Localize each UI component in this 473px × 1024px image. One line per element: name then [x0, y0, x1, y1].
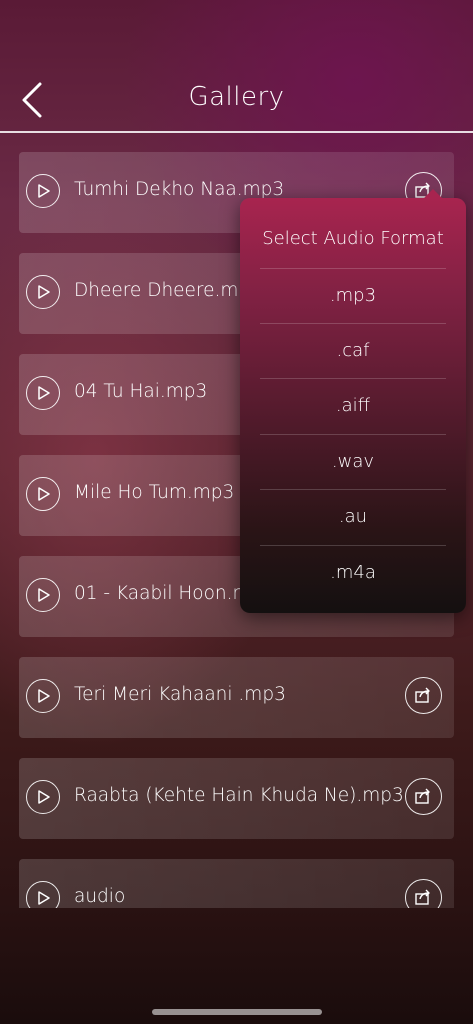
format-option-label: .m4a [330, 562, 376, 583]
play-button[interactable] [26, 679, 60, 713]
share-icon [415, 889, 430, 905]
popup-arrow [423, 189, 443, 199]
play-button[interactable] [26, 881, 60, 908]
play-icon [38, 285, 50, 299]
format-option-au[interactable]: .au [260, 489, 446, 545]
play-button[interactable] [26, 376, 60, 410]
share-button[interactable] [405, 778, 442, 815]
format-option-label: .aiff [335, 395, 371, 416]
list-item[interactable]: Raabta (Kehte Hain Khuda Ne).mp3 [19, 758, 454, 839]
play-icon [38, 487, 50, 501]
share-button[interactable] [405, 677, 442, 714]
file-name: Mile Ho Tum.mp3 [74, 482, 235, 503]
format-option-wav[interactable]: .wav [260, 434, 446, 490]
play-button[interactable] [26, 477, 60, 511]
play-icon [38, 689, 50, 703]
popup-title: Select Audio Format [262, 228, 444, 249]
audio-format-popup: Select Audio Format .mp3 .caf .aiff .wav… [240, 189, 466, 613]
format-option-mp3[interactable]: .mp3 [260, 268, 446, 324]
play-icon [38, 790, 50, 804]
file-name: audio [74, 886, 126, 907]
format-option-label: .wav [331, 451, 375, 472]
list-item[interactable]: audio [19, 859, 454, 908]
file-name: Teri Meri Kahaani .mp3 [74, 684, 286, 705]
play-button[interactable] [26, 780, 60, 814]
play-button[interactable] [26, 275, 60, 309]
format-option-label: .caf [336, 340, 370, 361]
header: Gallery [0, 0, 473, 133]
share-button[interactable] [405, 879, 442, 908]
format-option-label: .mp3 [329, 285, 377, 306]
play-icon [38, 588, 50, 602]
play-icon [38, 184, 50, 198]
format-option-caf[interactable]: .caf [260, 323, 446, 379]
format-option-label: .au [338, 506, 368, 527]
play-button[interactable] [26, 578, 60, 612]
play-icon [38, 891, 50, 905]
share-icon [415, 788, 430, 804]
file-name: Tumhi Dekho Naa.mp3 [74, 179, 285, 200]
page-title: Gallery [188, 82, 285, 112]
file-name: Dheere Dheere.mp3 [74, 280, 262, 301]
format-option-m4a[interactable]: .m4a [260, 545, 446, 601]
play-icon [38, 386, 50, 400]
play-button[interactable] [26, 174, 60, 208]
share-icon [415, 687, 430, 703]
header-divider [0, 131, 473, 133]
file-name: Raabta (Kehte Hain Khuda Ne).mp3 [74, 785, 404, 806]
list-item[interactable]: Teri Meri Kahaani .mp3 [19, 657, 454, 738]
format-option-aiff[interactable]: .aiff [260, 378, 446, 434]
file-name: 04 Tu Hai.mp3 [74, 381, 208, 402]
home-indicator[interactable] [152, 1009, 322, 1015]
